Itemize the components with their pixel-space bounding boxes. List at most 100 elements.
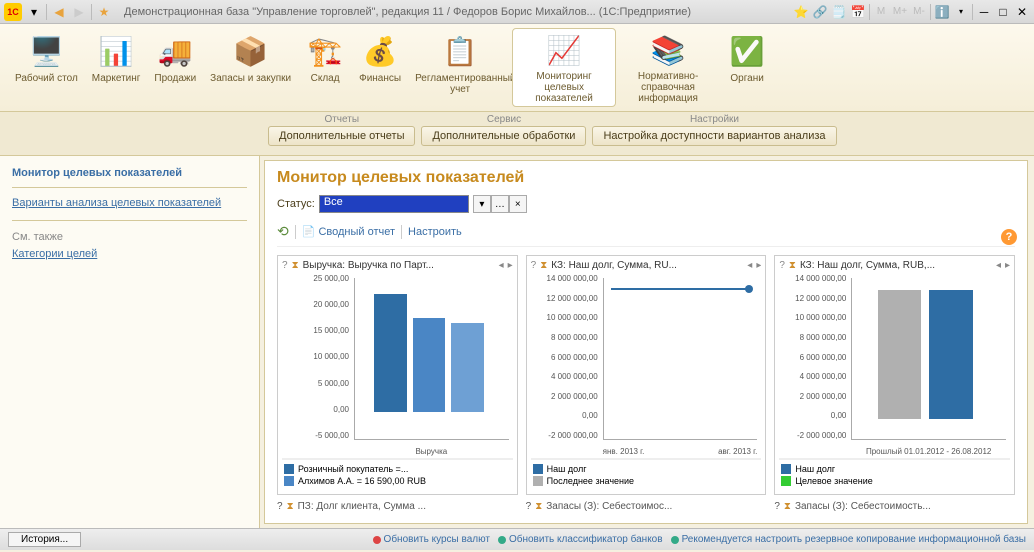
red-dot-icon — [373, 536, 381, 544]
chart-area: -2 000 000,000,002 000 000,004 000 000,0… — [779, 274, 1010, 459]
minimize-icon[interactable]: ─ — [976, 4, 992, 20]
action-group-settings: Настройки Настройка доступности варианто… — [592, 114, 836, 153]
content-toolbar: ⟲ 📄Сводный отчет Настроить — [277, 221, 1015, 247]
favorite-icon[interactable]: ⭐ — [793, 4, 809, 20]
statusbar: История... Обновить курсы валют Обновить… — [0, 528, 1034, 550]
bottom-widget-1[interactable]: ?⧗ПЗ: Долг клиента, Сумма ... — [277, 501, 518, 512]
chart-area: -2 000 000,000,002 000 000,004 000 000,0… — [531, 274, 762, 459]
help-icon[interactable]: ? — [1001, 229, 1017, 245]
nav-warehouse[interactable]: 🏗️Склад — [298, 28, 352, 107]
sidebar-see-also: См. также — [12, 229, 247, 245]
summary-report-button[interactable]: 📄Сводный отчет — [302, 225, 395, 238]
nav-monitoring[interactable]: 📈Мониторинг целевых показателей — [512, 28, 616, 107]
status-label: Статус: — [277, 198, 315, 210]
widget-title: КЗ: Наш долг, Сумма, RU... — [551, 260, 743, 271]
configure-button[interactable]: Настроить — [408, 226, 462, 238]
close-icon[interactable]: ✕ — [1014, 4, 1030, 20]
stock-icon: 📦 — [231, 31, 271, 71]
next-icon[interactable]: ▸ — [756, 260, 761, 271]
content-panel: Монитор целевых показателей Статус: Все … — [264, 160, 1028, 524]
action-group-service: Сервис Дополнительные обработки — [421, 114, 586, 153]
sidebar-title[interactable]: Монитор целевых показателей — [12, 164, 247, 188]
marketing-icon: 📊 — [96, 31, 136, 71]
bottom-widget-2[interactable]: ?⧗Запасы (З): Себестоимос... — [526, 501, 767, 512]
widget-debt-bar: ? ⧗ КЗ: Наш долг, Сумма, RUB,... ◂ ▸ -2 … — [774, 255, 1015, 495]
m-minus-icon[interactable]: M- — [911, 4, 927, 20]
sales-icon: 🚚 — [155, 31, 195, 71]
prev-icon[interactable]: ◂ — [747, 260, 752, 271]
status-clear-button[interactable]: × — [509, 195, 527, 213]
titlebar: 1C ▾ ◀ ▶ ★ Демонстрационная база "Управл… — [0, 0, 1034, 24]
m-plus-icon[interactable]: M+ — [892, 4, 908, 20]
additional-reports-button[interactable]: Дополнительные отчеты — [268, 126, 415, 146]
info-icon[interactable]: ℹ️ — [934, 4, 950, 20]
report-icon: 📄 — [302, 225, 316, 238]
page-title: Монитор целевых показателей — [277, 169, 1015, 187]
green-dot-icon — [498, 536, 506, 544]
sidebar: Монитор целевых показателей Варианты ана… — [0, 156, 260, 528]
nav-reference[interactable]: 📚Нормативно-справочная информация — [616, 28, 720, 107]
sidebar-link-variants[interactable]: Варианты анализа целевых показателей — [12, 194, 247, 212]
refresh-button[interactable]: ⟲ — [277, 223, 289, 240]
window-title: Демонстрационная база "Управление торгов… — [116, 6, 789, 18]
nav-marketing[interactable]: 📊Маркетинг — [85, 28, 148, 107]
dropdown-icon[interactable]: ▾ — [26, 4, 42, 20]
widget-debt-line: ? ⧗ КЗ: Наш долг, Сумма, RU... ◂ ▸ -2 00… — [526, 255, 767, 495]
desktop-icon: 🖥️ — [26, 31, 66, 71]
action-group-reports: Отчеты Дополнительные отчеты — [268, 114, 415, 153]
reference-icon: 📚 — [648, 31, 688, 69]
prev-icon[interactable]: ◂ — [996, 260, 1001, 271]
question-icon[interactable]: ? — [282, 260, 288, 271]
hourglass-icon: ⧗ — [540, 260, 547, 271]
chart-area: -5 000,000,005 000,0010 000,0015 000,002… — [282, 274, 513, 459]
status-ellipsis-button[interactable]: … — [491, 195, 509, 213]
nav-finance[interactable]: 💰Финансы — [352, 28, 408, 107]
next-icon[interactable]: ▸ — [508, 260, 513, 271]
status-row: Статус: Все ▾ … × — [277, 195, 1015, 213]
green-dot-icon — [671, 536, 679, 544]
backup-link[interactable]: Рекомендуется настроить резервное копиро… — [671, 534, 1026, 545]
bottom-widget-3[interactable]: ?⧗Запасы (З): Себестоимость... — [774, 501, 1015, 512]
info-dropdown-icon[interactable]: ▾ — [953, 4, 969, 20]
history-button[interactable]: История... — [8, 532, 81, 547]
next-icon[interactable]: ▸ — [1005, 260, 1010, 271]
additional-processing-button[interactable]: Дополнительные обработки — [421, 126, 586, 146]
finance-icon: 💰 — [360, 31, 400, 71]
widget-title: КЗ: Наш долг, Сумма, RUB,... — [800, 260, 992, 271]
calendar-icon[interactable]: 📅 — [850, 4, 866, 20]
m-icon[interactable]: M — [873, 4, 889, 20]
hourglass-icon: ⧗ — [789, 260, 796, 271]
sidebar-link-categories[interactable]: Категории целей — [12, 245, 247, 263]
accounting-icon: 📋 — [440, 31, 480, 71]
warehouse-icon: 🏗️ — [305, 31, 345, 71]
app-logo: 1C — [4, 3, 22, 21]
status-select[interactable]: Все — [319, 195, 469, 213]
nav-accounting[interactable]: 📋Регламентированный учет — [408, 28, 512, 107]
calc-icon[interactable]: 🗒️ — [831, 4, 847, 20]
link-icon[interactable]: 🔗 — [812, 4, 828, 20]
forward-icon[interactable]: ▶ — [71, 4, 87, 20]
status-dropdown-button[interactable]: ▾ — [473, 195, 491, 213]
question-icon[interactable]: ? — [531, 260, 537, 271]
nav-org[interactable]: ✅Органи — [720, 28, 774, 107]
hourglass-icon: ⧗ — [292, 260, 299, 271]
star-icon[interactable]: ★ — [96, 4, 112, 20]
nav-stock[interactable]: 📦Запасы и закупки — [203, 28, 298, 107]
dashboard: ? ⧗ Выручка: Выручка по Парт... ◂ ▸ -5 0… — [277, 255, 1015, 495]
widget-title: Выручка: Выручка по Парт... — [303, 260, 495, 271]
update-rates-link[interactable]: Обновить курсы валют — [373, 534, 490, 545]
main-area: Монитор целевых показателей Варианты ана… — [0, 156, 1034, 528]
monitoring-icon: 📈 — [544, 31, 584, 69]
action-row: Отчеты Дополнительные отчеты Сервис Допо… — [0, 112, 1034, 156]
maximize-icon[interactable]: □ — [995, 4, 1011, 20]
update-banks-link[interactable]: Обновить классификатор банков — [498, 534, 663, 545]
bottom-widget-row: ?⧗ПЗ: Долг клиента, Сумма ... ?⧗Запасы (… — [277, 501, 1015, 512]
widget-revenue: ? ⧗ Выручка: Выручка по Парт... ◂ ▸ -5 0… — [277, 255, 518, 495]
back-icon[interactable]: ◀ — [51, 4, 67, 20]
question-icon[interactable]: ? — [779, 260, 785, 271]
nav-desktop[interactable]: 🖥️Рабочий стол — [8, 28, 85, 107]
prev-icon[interactable]: ◂ — [499, 260, 504, 271]
nav-sales[interactable]: 🚚Продажи — [147, 28, 203, 107]
analysis-variants-button[interactable]: Настройка доступности вариантов анализа — [592, 126, 836, 146]
org-icon: ✅ — [727, 31, 767, 71]
